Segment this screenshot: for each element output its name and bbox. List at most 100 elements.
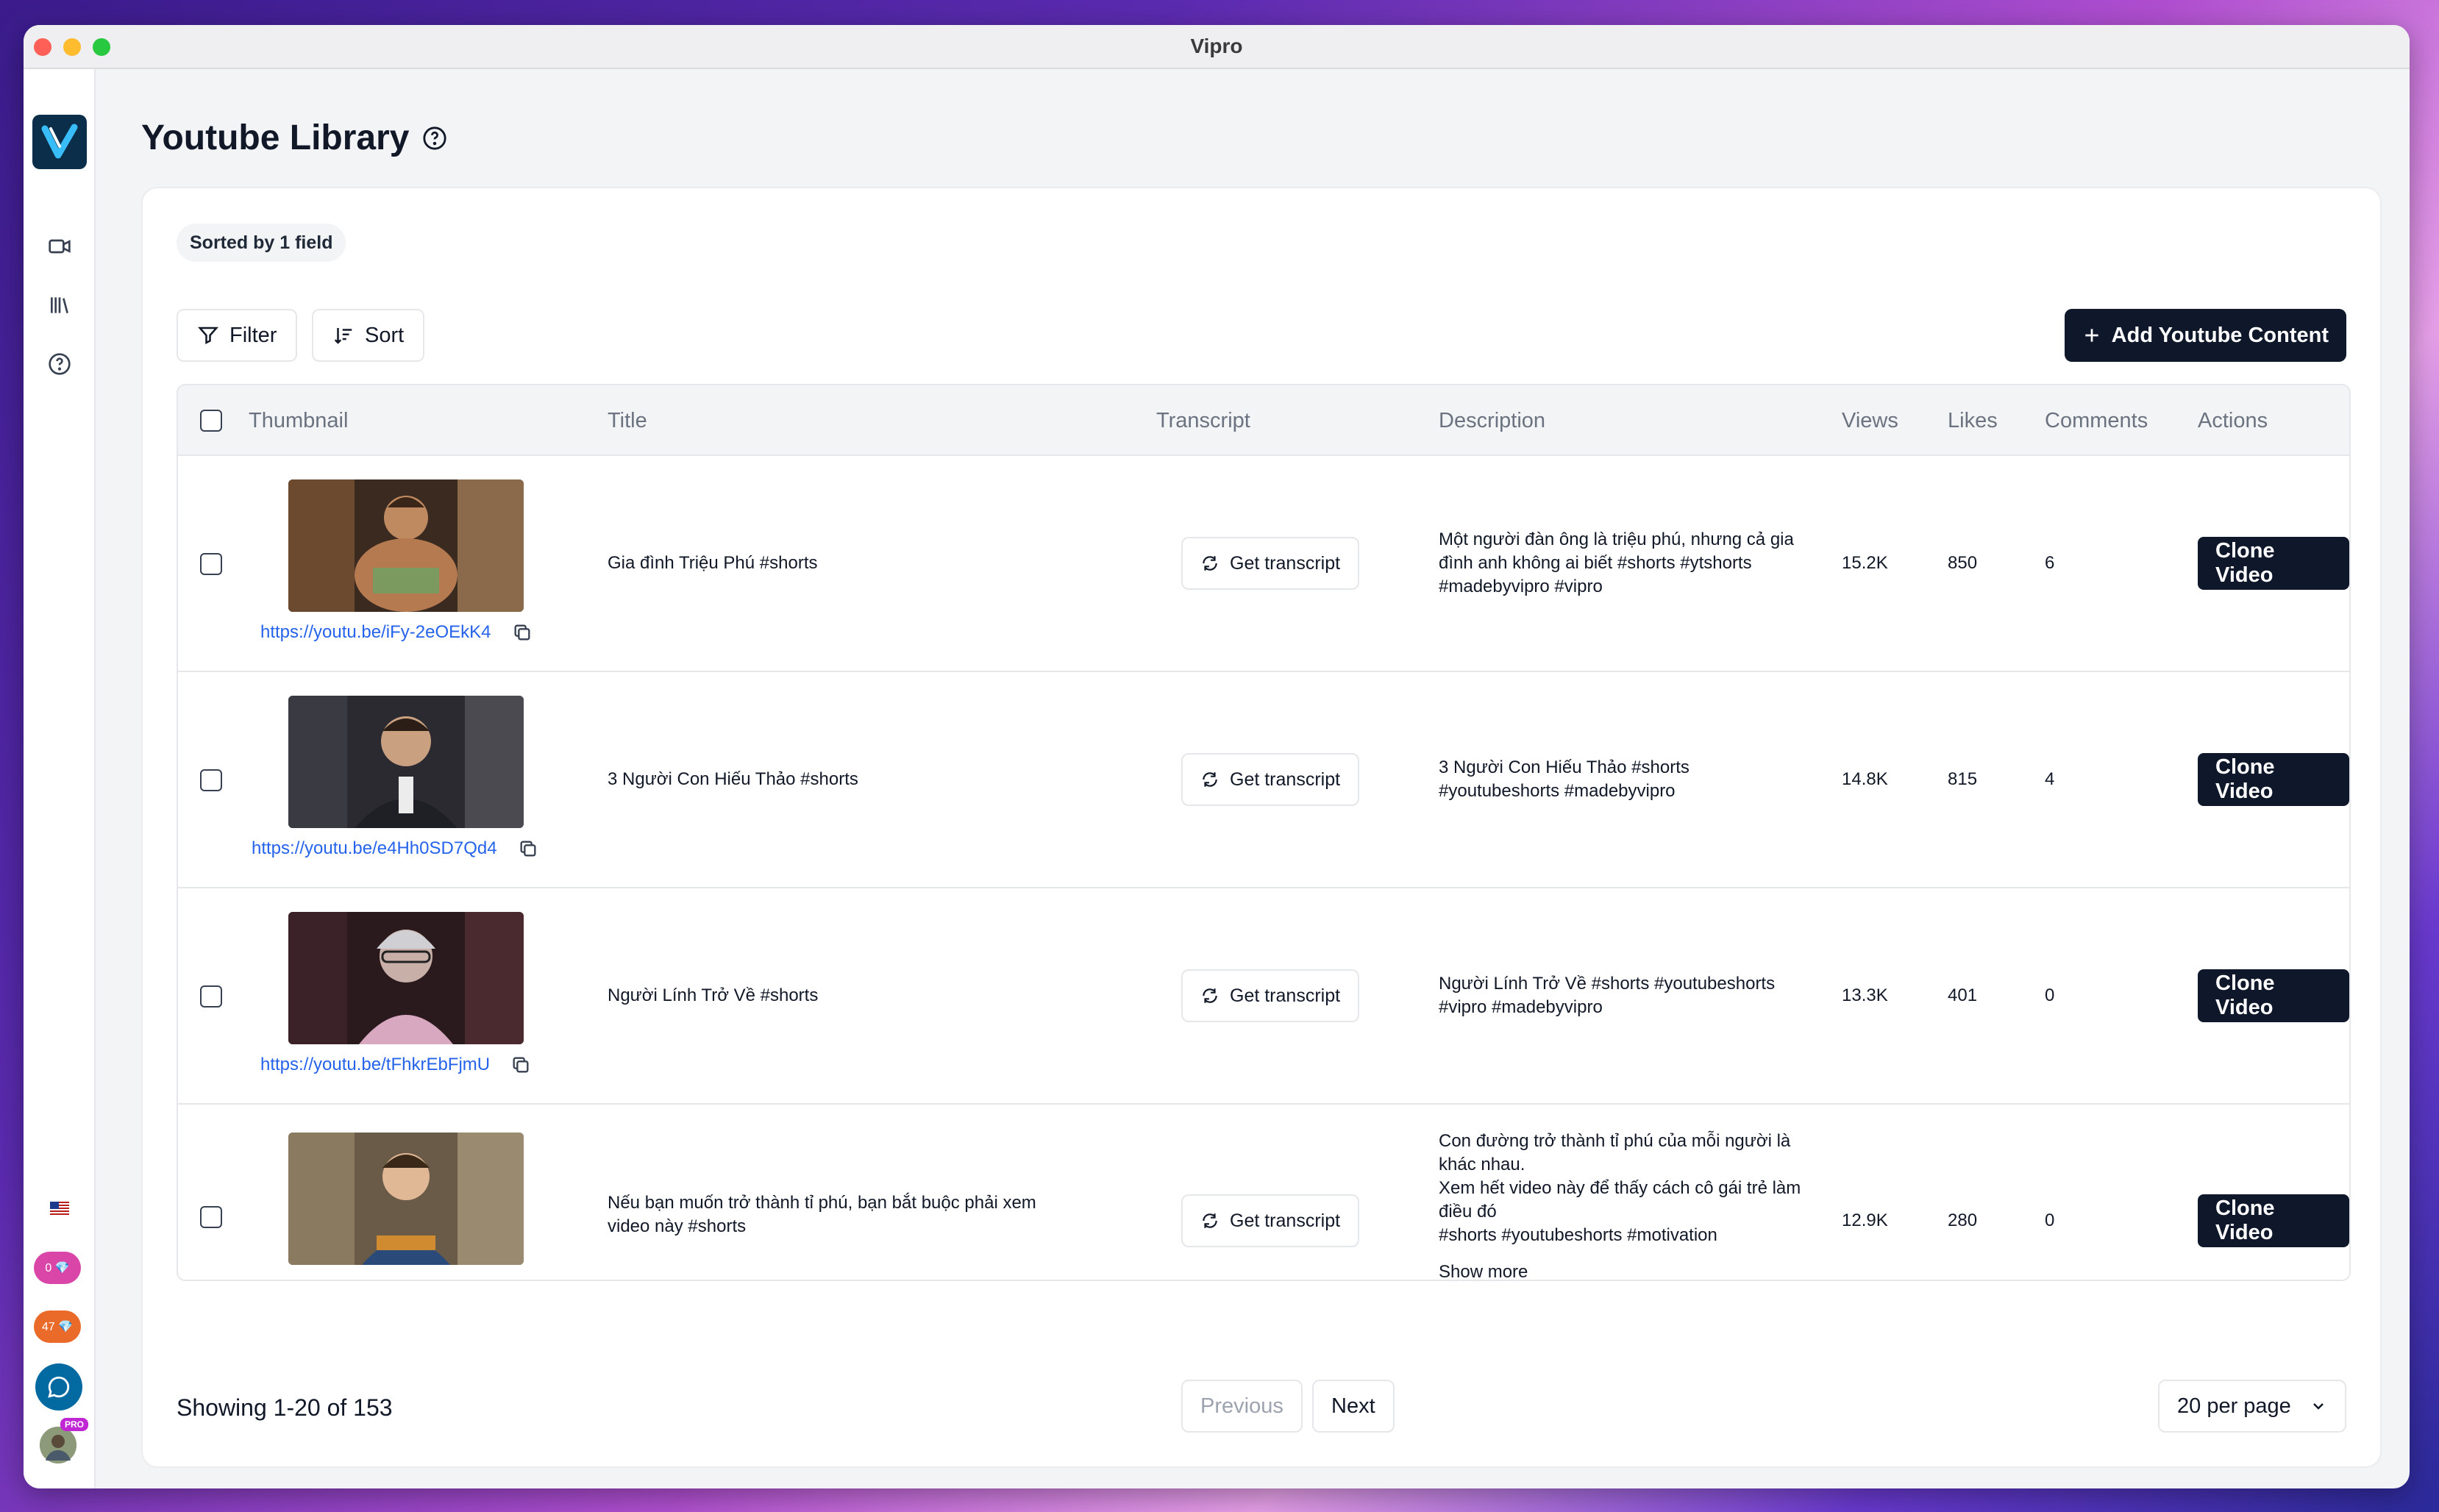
- copy-icon[interactable]: [510, 1055, 531, 1075]
- sort-label: Sort: [365, 323, 405, 347]
- video-description: Con đường trở thành tỉ phú của mỗi người…: [1439, 1131, 1801, 1245]
- pro-badge: PRO: [60, 1418, 88, 1431]
- get-transcript-label: Get transcript: [1230, 1210, 1341, 1231]
- get-transcript-label: Get transcript: [1230, 552, 1341, 574]
- get-transcript-button[interactable]: Get transcript: [1181, 1194, 1360, 1247]
- get-transcript-label: Get transcript: [1230, 769, 1341, 790]
- header-likes: Likes: [1948, 408, 1998, 432]
- filter-icon: [197, 327, 219, 345]
- video-thumbnail[interactable]: [288, 696, 524, 828]
- copy-icon[interactable]: [518, 838, 538, 859]
- video-thumbnail[interactable]: [288, 1133, 524, 1265]
- refresh-icon: [1203, 772, 1217, 787]
- page-header: Youtube Library: [141, 118, 447, 158]
- comments-count: 0: [2045, 1210, 2055, 1230]
- likes-count: 280: [1948, 1210, 1978, 1230]
- header-title: Title: [608, 408, 647, 432]
- minimize-window-button[interactable]: [63, 38, 81, 56]
- chat-icon[interactable]: [35, 1363, 82, 1411]
- vipro-logo-icon: [41, 124, 78, 159]
- sort-icon: [334, 328, 352, 344]
- maximize-window-button[interactable]: [93, 38, 110, 56]
- views-count: 13.3K: [1842, 985, 1888, 1005]
- per-page-select[interactable]: 20 per page: [2158, 1380, 2346, 1433]
- table-header: Thumbnail Title Transcript Description V…: [178, 385, 2349, 456]
- views-count: 15.2K: [1842, 553, 1888, 573]
- table-row: https://youtu.be/tFhkrEbFjmU Người Lính …: [178, 888, 2349, 1105]
- video-title: Nếu bạn muốn trở thành tỉ phú, bạn bắt b…: [608, 1193, 1036, 1236]
- filter-button[interactable]: Filter: [177, 309, 298, 362]
- filter-label: Filter: [229, 323, 277, 347]
- previous-page-button[interactable]: Previous: [1181, 1380, 1303, 1433]
- header-description: Description: [1439, 408, 1546, 432]
- add-youtube-content-label: Add Youtube Content: [2111, 323, 2329, 347]
- sort-button[interactable]: Sort: [312, 309, 425, 362]
- video-title: 3 Người Con Hiếu Thảo #shorts: [608, 769, 858, 789]
- per-page-value: 20 per page: [2177, 1394, 2291, 1418]
- clone-video-button[interactable]: Clone Video: [2198, 753, 2349, 806]
- next-page-button[interactable]: Next: [1312, 1380, 1395, 1433]
- chevron-down-icon: [2313, 1403, 2324, 1410]
- get-transcript-label: Get transcript: [1230, 985, 1341, 1006]
- row-checkbox[interactable]: [200, 553, 222, 575]
- us-flag-icon[interactable]: [46, 1194, 74, 1222]
- library-icon[interactable]: [46, 291, 74, 319]
- close-window-button[interactable]: [34, 38, 51, 56]
- main-content: Youtube Library Sorted by 1 field Filter…: [96, 69, 2410, 1488]
- credits-badge-orange[interactable]: 47 💎: [34, 1310, 81, 1343]
- row-checkbox[interactable]: [200, 985, 222, 1008]
- likes-count: 850: [1948, 553, 1978, 573]
- comments-count: 0: [2045, 985, 2055, 1005]
- refresh-icon: [1203, 988, 1217, 1003]
- clone-video-button[interactable]: Clone Video: [2198, 537, 2349, 590]
- views-count: 12.9K: [1842, 1210, 1888, 1230]
- comments-count: 4: [2045, 769, 2055, 789]
- clone-video-button[interactable]: Clone Video: [2198, 969, 2349, 1022]
- credits-badge-pink[interactable]: 0 💎: [34, 1252, 81, 1284]
- header-actions: Actions: [2198, 408, 2268, 432]
- window-title: Vipro: [1190, 35, 1243, 57]
- plus-icon: [2085, 329, 2098, 342]
- video-link[interactable]: https://youtu.be/iFy-2eOEkK4: [260, 622, 491, 643]
- get-transcript-button[interactable]: Get transcript: [1181, 753, 1360, 806]
- show-more-link[interactable]: Show more: [1439, 1260, 1528, 1280]
- video-link[interactable]: https://youtu.be/e4Hh0SD7Qd4: [252, 838, 497, 859]
- video-description: Người Lính Trở Về #shorts #youtubeshorts…: [1439, 974, 1776, 1017]
- clone-video-button[interactable]: Clone Video: [2198, 1194, 2349, 1247]
- get-transcript-button[interactable]: Get transcript: [1181, 969, 1360, 1022]
- header-comments: Comments: [2045, 408, 2148, 432]
- help-icon[interactable]: [422, 126, 447, 151]
- video-thumbnail[interactable]: [288, 912, 524, 1044]
- add-youtube-content-button[interactable]: Add Youtube Content: [2064, 309, 2346, 362]
- table-row: https://youtu.be/e4Hh0SD7Qd4 3 Người Con…: [178, 672, 2349, 888]
- select-all-checkbox[interactable]: [200, 410, 222, 432]
- copy-icon[interactable]: [512, 622, 533, 643]
- refresh-icon: [1203, 556, 1217, 571]
- likes-count: 401: [1948, 985, 1978, 1005]
- video-title: Người Lính Trở Về #shorts: [608, 985, 819, 1005]
- library-card: Sorted by 1 field Filter Sort Add Youtub…: [141, 187, 2382, 1468]
- header-thumbnail: Thumbnail: [249, 408, 349, 432]
- pagination-summary: Showing 1-20 of 153: [177, 1394, 393, 1421]
- row-checkbox[interactable]: [200, 769, 222, 791]
- youtube-table: Thumbnail Title Transcript Description V…: [177, 384, 2351, 1281]
- views-count: 14.8K: [1842, 769, 1888, 789]
- avatar[interactable]: PRO: [40, 1418, 88, 1463]
- comments-count: 6: [2045, 553, 2055, 573]
- video-title: Gia đình Triệu Phú #shorts: [608, 553, 818, 573]
- title-bar: Vipro: [24, 25, 2410, 69]
- video-thumbnail[interactable]: [288, 479, 524, 612]
- row-checkbox[interactable]: [200, 1206, 222, 1228]
- help-icon[interactable]: [46, 350, 74, 378]
- sorted-chip[interactable]: Sorted by 1 field: [177, 224, 346, 262]
- header-transcript: Transcript: [1156, 408, 1250, 432]
- get-transcript-button[interactable]: Get transcript: [1181, 537, 1360, 590]
- table-row: https://youtu.be/iFy-2eOEkK4 Gia đình Tr…: [178, 456, 2349, 672]
- video-camera-icon[interactable]: [46, 232, 74, 260]
- app-logo[interactable]: [32, 115, 87, 169]
- window-controls: [34, 38, 110, 56]
- page-title: Youtube Library: [141, 118, 410, 157]
- video-link[interactable]: https://youtu.be/tFhkrEbFjmU: [260, 1055, 490, 1075]
- app-window: Vipro 0 💎 47 💎 PRO Youtube Library Sorte…: [24, 25, 2410, 1488]
- video-description: 3 Người Con Hiếu Thảo #shorts #youtubesh…: [1439, 757, 1690, 801]
